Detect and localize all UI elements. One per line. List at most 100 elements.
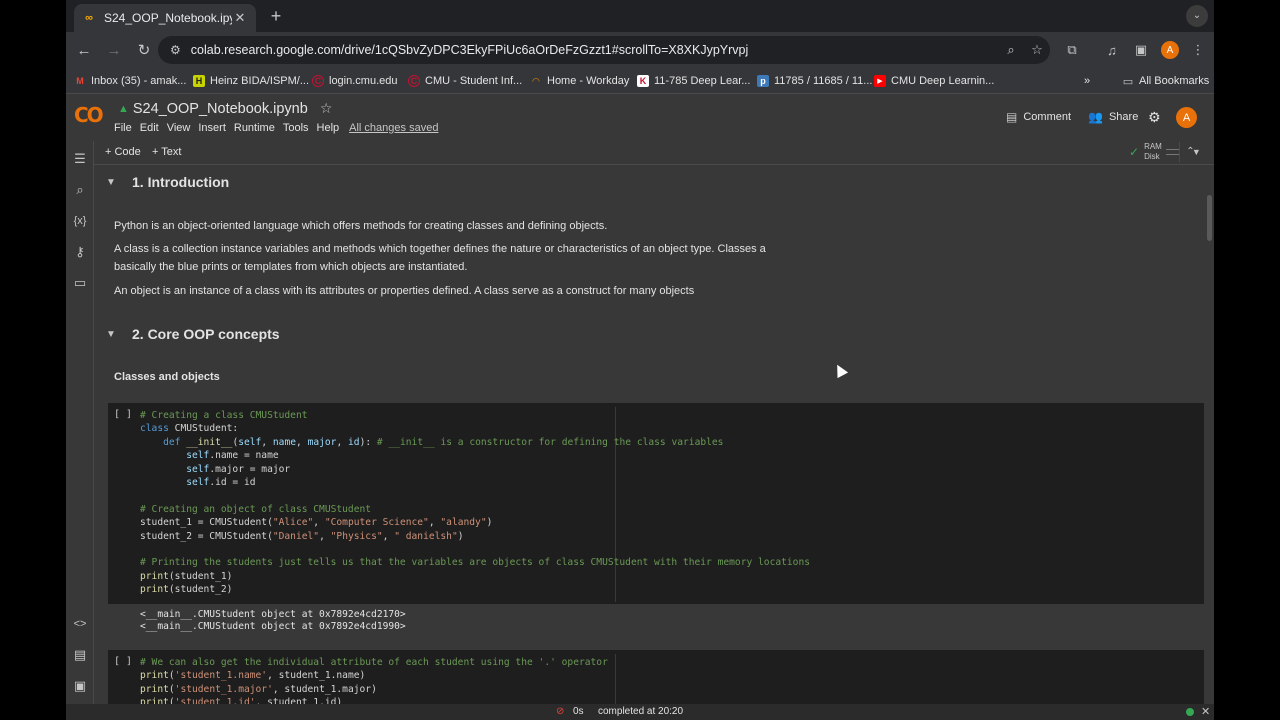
code-cell[interactable]: [ ] # Creating a class CMUStudent class …: [108, 403, 1204, 604]
address-bar[interactable]: ⚙ colab.research.google.com/drive/1cQSbv…: [158, 36, 1050, 64]
bookmark-item[interactable]: K 11-785 Deep Lear...: [637, 72, 750, 90]
profile-initial: A: [1161, 41, 1179, 59]
browser-window: ∞ S24_OOP_Notebook.ipynb - ✕ + ⌄ ← → ↻ ⚙…: [66, 0, 1214, 720]
share-label: Share: [1108, 111, 1139, 123]
cmu-icon: C: [408, 75, 420, 87]
bookmark-item[interactable]: M Inbox (35) - amak...: [74, 72, 186, 90]
bookmark-item[interactable]: p 11785 / 11685 / 11...: [757, 72, 872, 90]
colab-favicon-icon: ∞: [85, 12, 93, 24]
share-button[interactable]: 👥 Share: [1088, 103, 1138, 131]
completion-status[interactable]: completed at 20:20: [598, 706, 683, 717]
menu-help[interactable]: Help: [317, 122, 340, 134]
menu-bar: File Edit View Insert Runtime Tools Help…: [114, 122, 446, 134]
bookmark-item[interactable]: H Heinz BIDA/ISPM/...: [193, 72, 309, 90]
menu-runtime[interactable]: Runtime: [234, 122, 275, 134]
add-code-cell-button[interactable]: + Code: [105, 146, 141, 158]
notebook-title[interactable]: ▲ S24_OOP_Notebook.ipynb ☆: [118, 100, 332, 117]
tab-strip: ∞ S24_OOP_Notebook.ipynb - ✕ + ⌄: [66, 0, 1214, 32]
files-folder-icon[interactable]: ▭: [70, 273, 90, 293]
zoom-search-icon[interactable]: ⌕: [998, 42, 1024, 58]
cell-output-line: <__main__.CMUStudent object at 0x7892e4c…: [140, 609, 406, 620]
bookmark-item[interactable]: ▶ CMU Deep Learnin...: [874, 72, 994, 90]
side-panel-icon[interactable]: ▣: [1127, 36, 1155, 64]
url-text[interactable]: colab.research.google.com/drive/1cQSbvZy…: [191, 43, 998, 57]
text-cell-line: Python is an object-oriented language wh…: [114, 220, 608, 232]
bookmark-item[interactable]: C login.cmu.edu: [312, 72, 398, 90]
new-tab-button[interactable]: +: [264, 6, 288, 28]
bookmark-item[interactable]: ◠ Home - Workday: [530, 72, 630, 90]
bookmark-star-icon[interactable]: ☆: [1024, 42, 1050, 58]
all-bookmarks-label: All Bookmarks: [1139, 75, 1210, 87]
collapse-chevron-icon[interactable]: ▼: [106, 177, 120, 188]
code-editor[interactable]: # We can also get the individual attribu…: [140, 656, 608, 704]
cell-output-line: <__main__.CMUStudent object at 0x7892e4c…: [140, 621, 406, 632]
table-of-contents-icon[interactable]: ☰: [70, 149, 90, 169]
media-control-icon[interactable]: ♫: [1098, 36, 1126, 64]
ram-label: RAM: [1144, 142, 1162, 151]
section-heading[interactable]: ▼ 2. Core OOP concepts: [106, 326, 280, 342]
more-bookmarks-chevron[interactable]: »: [1084, 72, 1090, 90]
comment-button[interactable]: ▤ Comment: [1006, 103, 1071, 131]
drive-icon: ▲: [118, 102, 129, 115]
bookmark-item[interactable]: C CMU - Student Inf...: [408, 72, 522, 90]
status-bar: ⊘ 0s completed at 20:20 ✕: [66, 704, 1214, 720]
menu-view[interactable]: View: [167, 122, 191, 134]
run-cell-button[interactable]: [ ]: [114, 656, 132, 667]
connection-status-dot: [1186, 708, 1194, 716]
terminal-icon[interactable]: ▣: [70, 676, 90, 696]
colab-logo[interactable]: CO: [74, 103, 104, 127]
settings-gear-icon[interactable]: ⚙: [1148, 103, 1161, 131]
gmail-icon: M: [76, 76, 84, 86]
forward-arrow-icon[interactable]: →: [100, 36, 128, 64]
kebab-menu-icon[interactable]: ⋮: [1184, 36, 1212, 64]
close-status-icon[interactable]: ✕: [1201, 705, 1210, 718]
bookmark-label: Inbox (35) - amak...: [91, 75, 187, 87]
vertical-scrollbar[interactable]: [1207, 195, 1212, 241]
section-title: 1. Introduction: [132, 174, 230, 190]
tab-search-chevron-icon[interactable]: ⌄: [1186, 5, 1208, 27]
menu-edit[interactable]: Edit: [140, 122, 159, 134]
bookmark-label: 11785 / 11685 / 11...: [774, 75, 873, 87]
left-sidebar: ☰ ⌕ {x} ⚷ ▭ <> ▤ ▣: [66, 141, 94, 704]
search-icon[interactable]: ⌕: [70, 180, 90, 200]
menu-file[interactable]: File: [114, 122, 132, 134]
browser-tab[interactable]: ∞ S24_OOP_Notebook.ipynb - ✕: [74, 4, 256, 32]
notebook-title-text[interactable]: S24_OOP_Notebook.ipynb: [133, 101, 308, 117]
save-status-link[interactable]: All changes saved: [349, 122, 438, 134]
menu-tools[interactable]: Tools: [283, 122, 309, 134]
tab-close-icon[interactable]: ✕: [232, 10, 248, 26]
resource-bars: [1165, 145, 1180, 159]
colab-logo-text: CO: [74, 103, 104, 127]
code-cell[interactable]: [ ] # We can also get the individual att…: [108, 650, 1204, 704]
site-info-icon[interactable]: ⚙: [170, 43, 181, 57]
comment-label: Comment: [1023, 111, 1072, 123]
section-heading[interactable]: ▼ 1. Introduction: [106, 174, 229, 190]
notebook-content: ▼ 1. Introduction Python is an object-or…: [94, 166, 1206, 704]
code-editor[interactable]: # Creating a class CMUStudent class CMUS…: [140, 409, 810, 597]
add-text-cell-button[interactable]: + Text: [152, 146, 181, 158]
menu-insert[interactable]: Insert: [198, 122, 226, 134]
profile-avatar[interactable]: A: [1156, 36, 1184, 64]
text-cell-line: A class is a collection instance variabl…: [114, 243, 766, 255]
collapse-header-icon[interactable]: ⌃: [1179, 142, 1201, 162]
bookmark-label: CMU - Student Inf...: [425, 75, 523, 87]
tab-title: S24_OOP_Notebook.ipynb -: [104, 11, 232, 25]
star-icon[interactable]: ☆: [320, 100, 333, 117]
extensions-icon[interactable]: ⧉: [1058, 36, 1086, 64]
reload-icon[interactable]: ↻: [130, 36, 158, 64]
variables-icon[interactable]: {x}: [70, 211, 90, 231]
cell-toolbar: + Code + Text ✓ RAM Disk ▼ ⌃: [94, 141, 1214, 165]
connected-check-icon: ✓: [1129, 145, 1140, 159]
command-palette-icon[interactable]: ▤: [70, 645, 90, 665]
collapse-chevron-icon[interactable]: ▼: [106, 329, 120, 340]
all-bookmarks-button[interactable]: ▭ All Bookmarks: [1122, 72, 1210, 90]
back-arrow-icon[interactable]: ←: [70, 36, 98, 64]
secrets-key-icon[interactable]: ⚷: [70, 242, 90, 262]
share-people-icon: 👥: [1088, 110, 1103, 124]
user-avatar[interactable]: A: [1176, 107, 1197, 128]
cmu-icon: C: [312, 75, 324, 87]
run-cell-button[interactable]: [ ]: [114, 409, 132, 420]
code-snippets-icon[interactable]: <>: [70, 614, 90, 634]
bookmark-label: login.cmu.edu: [329, 75, 398, 87]
disk-label: Disk: [1144, 152, 1160, 161]
